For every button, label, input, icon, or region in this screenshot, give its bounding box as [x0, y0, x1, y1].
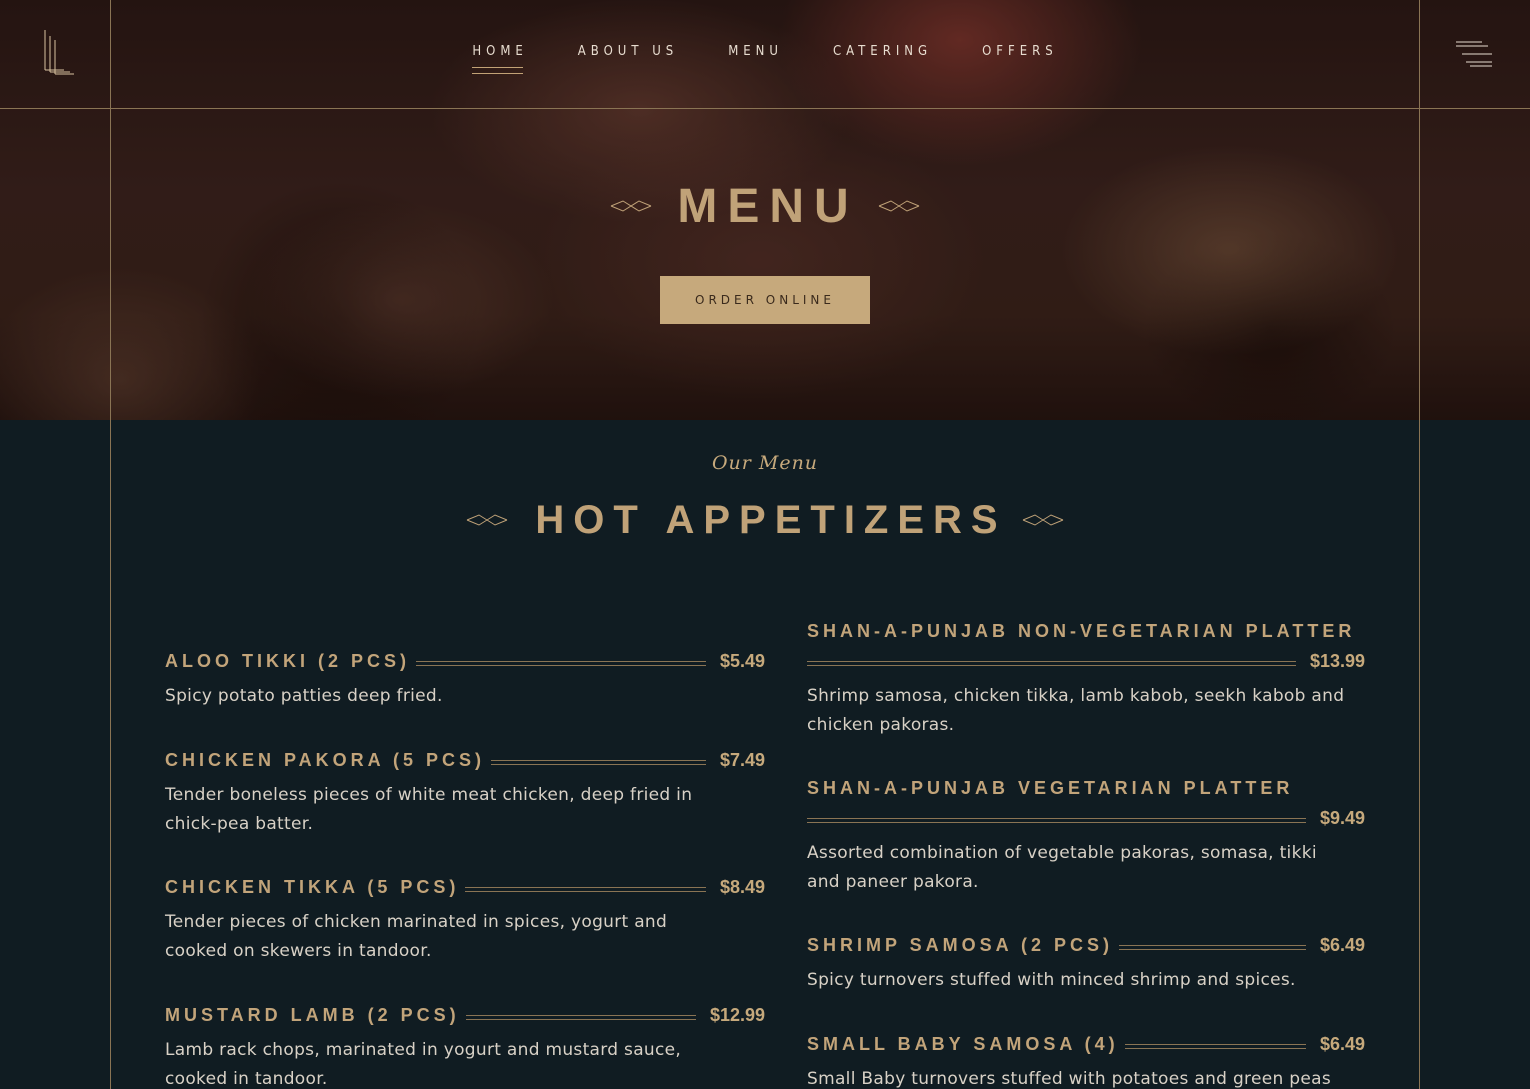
menu-item-description: Assorted combination of vegetable pakora… — [807, 843, 1317, 892]
menu-item-description: Shrimp samosa, chicken tikka, lamb kabob… — [807, 686, 1345, 735]
menu-item-name: ALOO TIKKI (2 PCS) — [165, 650, 411, 671]
menu-item: SMALL BABY SAMOSA (4) $6.49 Small Baby t… — [807, 1033, 1365, 1089]
leader-line — [807, 817, 1306, 823]
menu-item: CHICKEN TIKKA (5 PCS) $8.49 Tender piece… — [165, 876, 765, 966]
menu-item-name: MUSTARD LAMB (2 PCS) — [165, 1004, 460, 1025]
menu-item-name: SHAN-A-PUNJAB NON-VEGETARIAN PLATTER — [807, 621, 1356, 641]
ornament-left-icon — [467, 514, 508, 526]
nav-offers[interactable]: OFFERS — [982, 44, 1058, 74]
menu-item: ALOO TIKKI (2 PCS) $5.49 Spicy potato pa… — [165, 650, 765, 711]
menu-item: CHICKEN PAKORA (5 PCS) $7.49 Tender bone… — [165, 749, 765, 839]
ornament-right-icon — [1022, 514, 1063, 526]
nav-catering[interactable]: CATERING — [833, 44, 932, 74]
menu-item-price: $5.49 — [719, 650, 765, 671]
menu-item-price: $6.49 — [1319, 1033, 1365, 1054]
leader-line — [807, 660, 1296, 666]
frame-line-right — [1419, 0, 1420, 1089]
order-online-button[interactable]: ORDER ONLINE — [660, 276, 870, 324]
menu-item-name: SMALL BABY SAMOSA (4) — [807, 1033, 1119, 1054]
menu-item-description: Lamb rack chops, marinated in yogurt and… — [165, 1040, 682, 1089]
menu-item-price: $8.49 — [719, 876, 765, 897]
menu-item-name: SHAN-A-PUNJAB VEGETARIAN PLATTER — [807, 778, 1294, 798]
menu-item: MUSTARD LAMB (2 PCS) $12.99 Lamb rack ch… — [165, 1004, 765, 1089]
menu-item-description: Spicy potato patties deep fried. — [165, 686, 443, 706]
menu-item-price: $6.49 — [1319, 934, 1365, 955]
nav-menu[interactable]: MENU — [728, 44, 783, 74]
frame-line-left — [110, 0, 111, 1089]
nav-about-us[interactable]: ABOUT US — [578, 44, 678, 74]
menu-item-price: $13.99 — [1309, 650, 1365, 671]
section-title-block: HOT APPETIZERS — [0, 492, 1530, 548]
menu-item-price: $9.49 — [1319, 807, 1365, 828]
leader-line — [1119, 944, 1306, 950]
leader-line — [416, 660, 706, 666]
leader-line — [465, 1014, 696, 1020]
menu-item-name: CHICKEN PAKORA (5 PCS) — [165, 749, 486, 770]
menu-item: SHAN-A-PUNJAB VEGETARIAN PLATTER $9.49 A… — [807, 777, 1365, 897]
menu-item-name: CHICKEN TIKKA (5 PCS) — [165, 876, 460, 897]
section-subtitle: Our Menu — [711, 452, 819, 474]
leader-line — [1124, 1043, 1306, 1049]
menu-item-description: Small Baby turnovers stuffed with potato… — [807, 1069, 1331, 1089]
menu-item: SHAN-A-PUNJAB NON-VEGETARIAN PLATTER $13… — [807, 620, 1365, 740]
header-divider — [0, 108, 1530, 109]
menu-item-price: $12.99 — [709, 1004, 765, 1025]
main-nav: HOME ABOUT US MENU CATERING OFFERS — [0, 44, 1530, 74]
menu-item-description: Spicy turnovers stuffed with minced shri… — [807, 970, 1296, 990]
menu-item-name: SHRIMP SAMOSA (2 PCS) — [807, 934, 1114, 955]
leader-line — [465, 886, 706, 892]
ornament-left-icon — [611, 200, 652, 212]
hero-title: MENU — [677, 179, 859, 233]
menu-item: SHRIMP SAMOSA (2 PCS) $6.49 Spicy turnov… — [807, 934, 1365, 995]
menu-item-price: $7.49 — [719, 749, 765, 770]
hero-title-block: MENU — [0, 176, 1530, 236]
menu-item-description: Tender pieces of chicken marinated in sp… — [165, 912, 668, 961]
section-title: HOT APPETIZERS — [535, 497, 1007, 542]
nav-home[interactable]: HOME — [472, 44, 527, 74]
leader-line — [491, 759, 706, 765]
hamburger-menu-icon[interactable] — [1452, 38, 1494, 70]
menu-item-description: Tender boneless pieces of white meat chi… — [165, 785, 693, 834]
ornament-right-icon — [878, 200, 919, 212]
